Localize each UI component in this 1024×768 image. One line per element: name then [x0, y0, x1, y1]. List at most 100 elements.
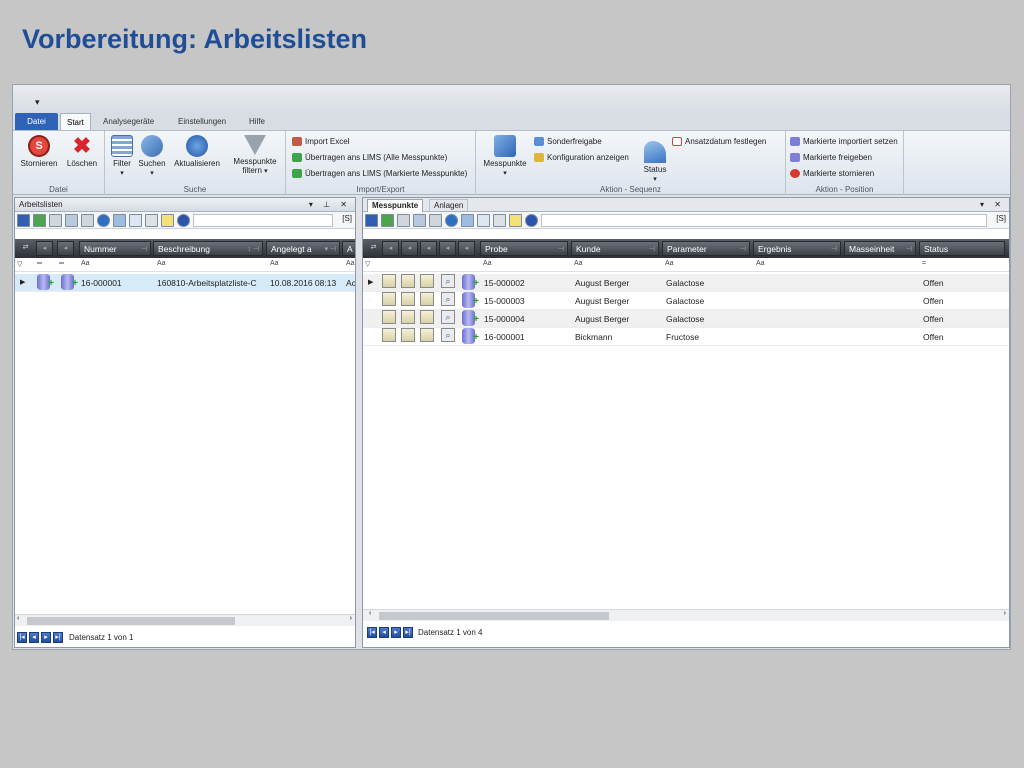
grid-icon[interactable]	[81, 214, 94, 227]
edit-pencil-icon[interactable]	[382, 328, 396, 342]
panel-controls[interactable]: ▾ ⊥ ✕	[309, 198, 351, 212]
tab-analysegeraete[interactable]: Analysegeräte	[97, 113, 160, 130]
import-excel-button[interactable]: Import Excel	[292, 135, 349, 148]
horizontal-scrollbar[interactable]: ‹ ›	[363, 609, 1009, 621]
info-icon[interactable]	[177, 214, 190, 227]
sort-icon[interactable]	[113, 214, 126, 227]
tab-messpunkte[interactable]: Messpunkte	[367, 199, 424, 212]
magnifier-icon[interactable]: ⌕	[441, 274, 455, 288]
last-record-button[interactable]: ▸|	[53, 632, 63, 643]
uebertragen-markiert-button[interactable]: Übertragen ans LIMS (Markierte Messpunkt…	[292, 167, 467, 180]
markierte-stornieren-button[interactable]: Markierte stornieren	[790, 167, 874, 180]
messpunkte-button[interactable]: Messpunkte ▾	[480, 135, 530, 178]
magnifier-icon[interactable]: ⌕	[441, 310, 455, 324]
sonderfreigabe-button[interactable]: Sonderfreigabe	[534, 135, 602, 148]
next-record-button[interactable]: ▸	[391, 627, 401, 638]
messpunkte-filtern-button[interactable]: Messpunkte filtern ▾	[227, 135, 283, 176]
suchen-button[interactable]: Suchen ▾	[137, 135, 167, 178]
filter-a[interactable]: Aa	[346, 260, 355, 267]
edit-pencil-icon[interactable]	[382, 310, 396, 324]
col-angelegt[interactable]: Angelegt a ▾ ⊣	[266, 241, 340, 256]
col-nummer[interactable]: Nummer ⊣	[79, 241, 151, 256]
first-record-button[interactable]: |◂	[367, 627, 377, 638]
col-ergebnis[interactable]: Ergebnis ⊣	[753, 241, 841, 256]
columns-icon[interactable]	[129, 214, 142, 227]
database-add-icon[interactable]	[462, 274, 479, 293]
prev-record-button[interactable]: ◂	[29, 632, 39, 643]
markierte-importiert-button[interactable]: Markierte importiert setzen	[790, 135, 898, 148]
panel-controls[interactable]: ▾ ✕	[980, 198, 1005, 212]
qat-dropdown-icon[interactable]: ▾	[35, 97, 40, 108]
arbeitslisten-filter-row[interactable]: ▽ ═ ═ Aa Aa Aa Aa	[15, 258, 355, 272]
group-by-icon[interactable]: ⇄	[17, 241, 34, 256]
loeschen-button[interactable]: ✖ Löschen	[63, 135, 101, 169]
messpunkte-filter-row[interactable]: ▽ Aa Aa Aa Aa =	[363, 258, 1009, 272]
edit-pencil-icon[interactable]	[401, 310, 415, 324]
globe-icon[interactable]	[97, 214, 110, 227]
filter-operator[interactable]: ═	[37, 260, 42, 267]
table-row[interactable]: ▶ 16-000001 160810-Arbeitsplatzliste-C 1…	[15, 274, 355, 293]
col-probe[interactable]: Probe ⊣	[480, 241, 568, 256]
ansatzdatum-button[interactable]: Ansatzdatum festlegen	[672, 135, 766, 148]
database-add-icon[interactable]	[61, 274, 78, 293]
horizontal-scrollbar[interactable]: ‹ ›	[15, 614, 355, 626]
tab-einstellungen[interactable]: Einstellungen	[172, 113, 232, 130]
filter-operator[interactable]: ═	[59, 260, 64, 267]
col-parameter[interactable]: Parameter ⊣	[662, 241, 750, 256]
list-icon[interactable]	[493, 214, 506, 227]
prev-record-button[interactable]: ◂	[379, 627, 389, 638]
scroll-left-button[interactable]: ◂	[401, 241, 418, 256]
edit-pencil-icon[interactable]	[401, 292, 415, 306]
print-icon[interactable]	[397, 214, 410, 227]
sort-icon[interactable]	[461, 214, 474, 227]
col-status[interactable]: Status	[919, 241, 1005, 256]
scroll-left-button[interactable]: ◂	[57, 241, 74, 256]
edit-pencil-icon[interactable]	[420, 292, 434, 306]
save-icon[interactable]	[17, 214, 30, 227]
table-row[interactable]: · ⌕ 15-000003 August Berger Galactose Offen	[363, 292, 1009, 311]
scroll-left-button[interactable]: ◂	[36, 241, 53, 256]
arbeitslisten-search-input[interactable]	[193, 214, 333, 227]
filter-parameter[interactable]: Aa	[665, 260, 674, 267]
tab-start[interactable]: Start	[60, 113, 91, 130]
info-icon[interactable]	[525, 214, 538, 227]
messpunkte-search-input[interactable]	[541, 214, 987, 227]
database-add-icon[interactable]	[462, 292, 479, 311]
first-record-button[interactable]: |◂	[17, 632, 27, 643]
group-by-icon[interactable]: ⇄	[365, 241, 382, 256]
col-beschreibung[interactable]: Beschreibung ↕ ⊣	[153, 241, 263, 256]
edit-pencil-icon[interactable]	[420, 274, 434, 288]
tab-hilfe[interactable]: Hilfe	[243, 113, 271, 130]
scrollbar-thumb[interactable]	[379, 612, 609, 620]
edit-pencil-icon[interactable]	[401, 274, 415, 288]
table-row[interactable]: · ⌕ 16-000001 Bickmann Fructose Offen	[363, 328, 1009, 347]
col-masseinheit[interactable]: Masseinheit ⊣	[844, 241, 916, 256]
status-button[interactable]: Status ▾	[640, 141, 670, 184]
save-icon[interactable]	[365, 214, 378, 227]
grid-icon[interactable]	[429, 214, 442, 227]
database-add-icon[interactable]	[462, 328, 479, 347]
aktualisieren-button[interactable]: Aktualisieren	[169, 135, 225, 168]
edit-pencil-icon[interactable]	[420, 310, 434, 324]
stornieren-button[interactable]: S Stornieren	[19, 135, 59, 168]
filter-probe[interactable]: Aa	[483, 260, 492, 267]
magnifier-icon[interactable]: ⌕	[441, 328, 455, 342]
table-icon[interactable]	[65, 214, 78, 227]
markierte-freigeben-button[interactable]: Markierte freigeben	[790, 151, 872, 164]
filter-status[interactable]: =	[922, 260, 926, 267]
filter-angelegt[interactable]: Aa	[270, 260, 279, 267]
table-icon[interactable]	[413, 214, 426, 227]
uebertragen-alle-button[interactable]: Übertragen ans LIMS (Alle Messpunkte)	[292, 151, 447, 164]
scroll-left-button[interactable]: ◂	[420, 241, 437, 256]
note-icon[interactable]	[161, 214, 174, 227]
edit-pencil-icon[interactable]	[420, 328, 434, 342]
database-add-icon[interactable]	[462, 310, 479, 329]
filter-button[interactable]: Filter ▾	[109, 135, 135, 178]
edit-pencil-icon[interactable]	[382, 274, 396, 288]
filter-nummer[interactable]: Aa	[81, 260, 90, 267]
last-record-button[interactable]: ▸|	[403, 627, 413, 638]
scroll-left-button[interactable]: ◂	[458, 241, 475, 256]
note-icon[interactable]	[509, 214, 522, 227]
globe-icon[interactable]	[445, 214, 458, 227]
list-icon[interactable]	[145, 214, 158, 227]
